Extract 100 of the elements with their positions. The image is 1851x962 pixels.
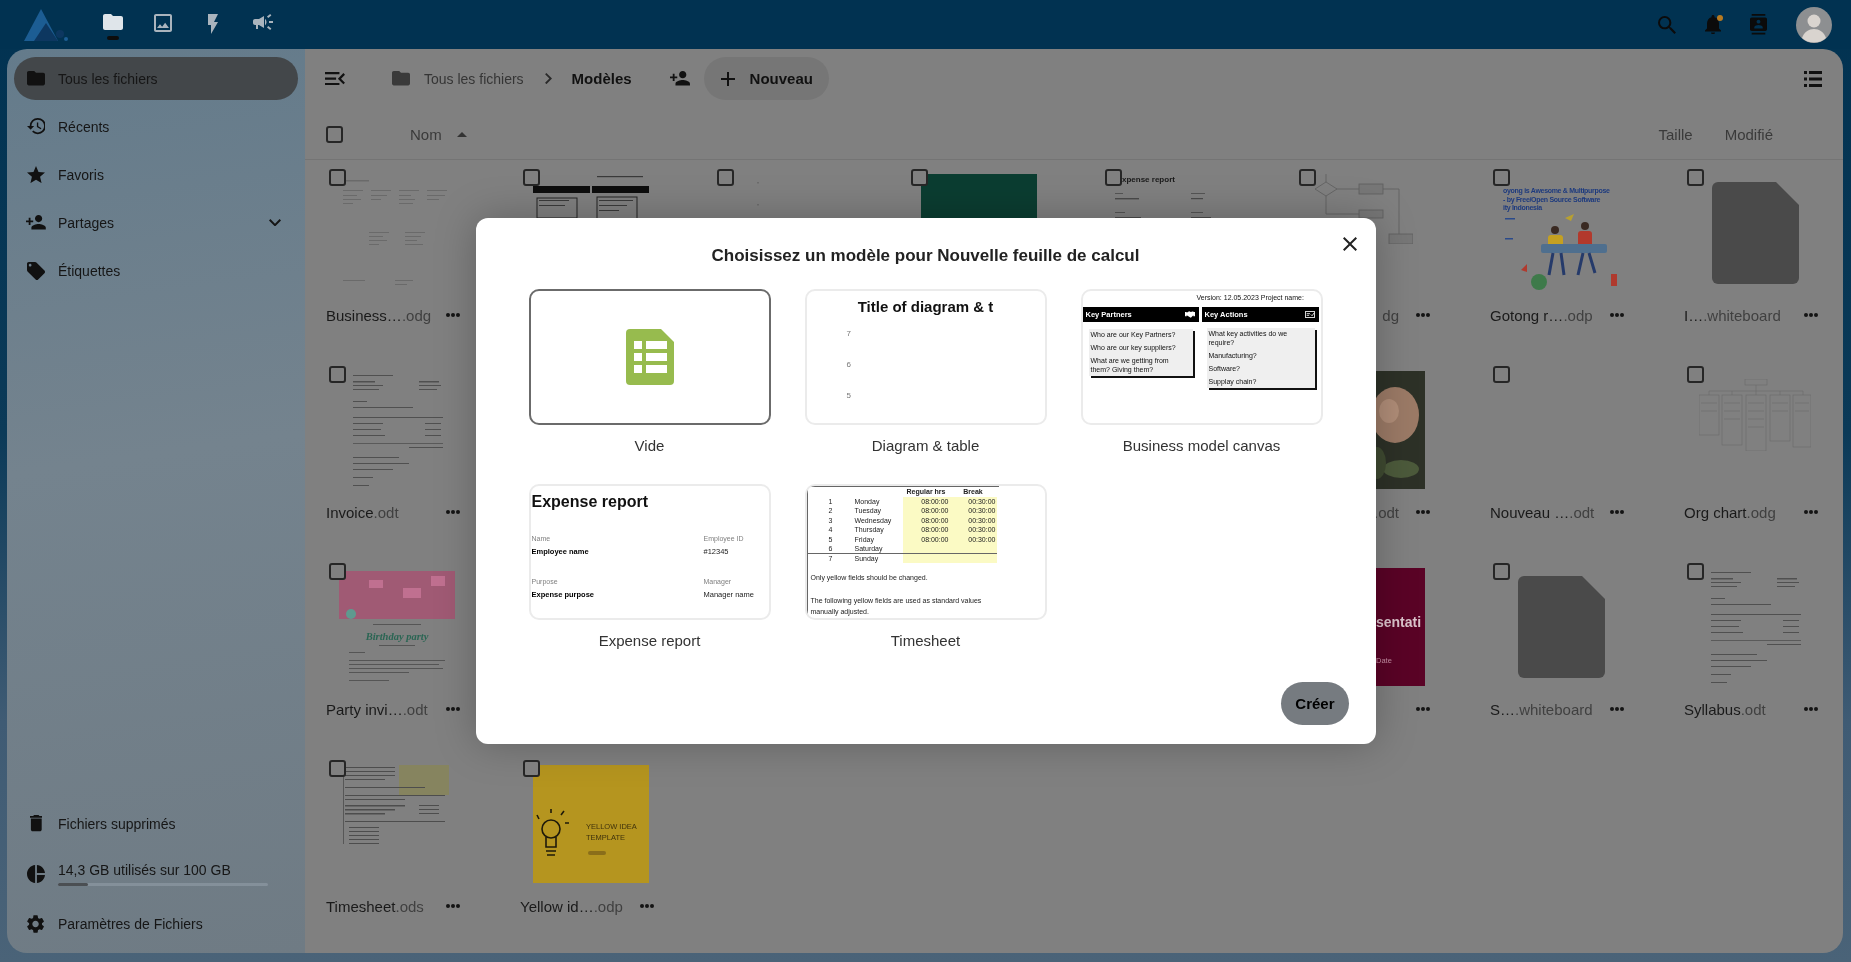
nav-item[interactable]: Paramètres de Fichiers — [14, 902, 298, 945]
nav-item[interactable]: Récents — [14, 105, 298, 148]
checkbox[interactable] — [1493, 169, 1510, 186]
more-icon[interactable] — [446, 904, 460, 908]
thumbnail-text: xpense report — [1122, 175, 1175, 185]
column-header-button[interactable]: Nom — [410, 125, 467, 143]
chart-title: Title of diagram & t — [856, 297, 995, 317]
template-label: Timesheet — [890, 632, 961, 650]
breadcrumb-current[interactable]: Modèles — [571, 70, 632, 87]
new-button[interactable]: Nouveau — [703, 57, 829, 100]
checkbox[interactable] — [1105, 169, 1122, 186]
more-icon[interactable] — [1416, 313, 1430, 317]
more-icon[interactable] — [446, 313, 460, 317]
template-label: Business model canvas — [1122, 437, 1281, 455]
column-header-button[interactable]: Taille — [1658, 125, 1693, 143]
more-icon[interactable] — [1416, 707, 1430, 711]
checkbox[interactable] — [717, 169, 734, 186]
tags-icon — [27, 261, 45, 280]
thumbnail-text: Birthday party — [365, 630, 429, 644]
checkbox[interactable] — [1687, 366, 1704, 383]
file-name[interactable]: Invoice.odt — [326, 503, 446, 521]
settings-icon — [27, 914, 45, 933]
checkbox[interactable] — [329, 169, 346, 186]
file-name[interactable]: S….whiteboard — [1490, 700, 1610, 718]
checkbox[interactable] — [523, 169, 540, 186]
create-button[interactable]: Créer — [1281, 682, 1349, 725]
template-label: Expense report — [598, 632, 701, 650]
file-name[interactable]: Party invi….odt — [326, 700, 446, 718]
breadcrumb-link[interactable]: Tous les fichiers — [424, 70, 524, 87]
axis-label: 7 — [846, 329, 851, 339]
list-view-icon[interactable] — [1804, 70, 1822, 87]
folder-icon — [27, 71, 45, 86]
checkbox[interactable] — [1299, 169, 1316, 186]
checkbox[interactable] — [329, 366, 346, 383]
checkbox[interactable] — [329, 563, 346, 580]
nav-item[interactable]: Fichiers supprimés — [14, 802, 298, 845]
checkbox[interactable] — [911, 169, 928, 186]
highlighted-cell — [949, 553, 997, 563]
select-all-checkbox[interactable] — [326, 125, 343, 143]
chevron-right-icon — [544, 72, 552, 85]
file-name[interactable]: Business….odg — [326, 306, 446, 324]
template-preview[interactable]: Title of diagram & t 7 6 5 — [804, 289, 1047, 425]
more-icon[interactable] — [1804, 510, 1818, 514]
active-indicator — [107, 36, 119, 40]
thumbnail-text: sentati — [1376, 613, 1422, 632]
nav-item[interactable]: Favoris — [14, 153, 298, 196]
more-icon[interactable] — [1416, 510, 1430, 514]
template-label: Diagram & table — [871, 437, 980, 455]
checkbox[interactable] — [329, 760, 346, 777]
axis-label: 5 — [846, 391, 851, 401]
menu-icon[interactable] — [325, 71, 345, 86]
file-icon — [1517, 576, 1605, 678]
more-icon[interactable] — [640, 904, 654, 908]
bell-icon[interactable] — [1705, 14, 1721, 35]
file-name[interactable]: Syllabus.odt — [1684, 700, 1804, 718]
checkbox[interactable] — [523, 760, 540, 777]
lightning-icon[interactable] — [208, 14, 218, 34]
more-icon[interactable] — [446, 707, 460, 711]
document-title: Expense report — [530, 492, 649, 512]
star-icon — [27, 165, 45, 184]
checklist-icon — [1304, 311, 1315, 318]
more-icon[interactable] — [1610, 510, 1624, 514]
nav-item[interactable]: Étiquettes — [14, 249, 298, 292]
checkbox[interactable] — [1687, 563, 1704, 580]
file-name[interactable]: .odt — [1373, 503, 1399, 521]
more-icon[interactable] — [1610, 707, 1624, 711]
plus-icon — [720, 71, 735, 86]
chevron-icon[interactable] — [269, 218, 281, 227]
file-icon — [1711, 182, 1799, 284]
more-icon[interactable] — [1804, 313, 1818, 317]
handshake-icon — [1184, 311, 1195, 318]
image-icon[interactable] — [154, 14, 172, 32]
template-label: Vide — [634, 437, 665, 455]
checkbox[interactable] — [1493, 366, 1510, 383]
pie-chart-icon — [27, 864, 45, 883]
highlighted-cell — [902, 553, 950, 563]
file-name[interactable]: Gotong r….odp — [1490, 306, 1610, 324]
file-name[interactable]: Timesheet.ods — [326, 897, 446, 915]
avatar[interactable] — [1796, 6, 1832, 43]
quota-text: 14,3 GB utilisés sur 100 GB — [58, 861, 232, 879]
more-icon[interactable] — [446, 510, 460, 514]
column-header-button[interactable]: Modifié — [1724, 125, 1773, 143]
file-name[interactable]: I….whiteboard — [1684, 306, 1804, 324]
person-add-icon — [26, 215, 46, 230]
file-name[interactable]: Org chart.odg — [1684, 503, 1804, 521]
nav-item[interactable]: Partages — [14, 201, 298, 244]
file-name[interactable]: dg — [1382, 306, 1399, 324]
file-name[interactable]: Nouveau ….odt — [1490, 503, 1610, 521]
axis-label: 6 — [846, 360, 851, 370]
folder-icon[interactable] — [103, 14, 123, 30]
checkbox[interactable] — [1493, 563, 1510, 580]
megaphone-icon[interactable] — [253, 14, 273, 30]
person-add-icon[interactable] — [669, 71, 690, 86]
more-icon[interactable] — [1610, 313, 1624, 317]
dialog-title: Choisissez un modèle pour Nouvelle feuille de calcul — [710, 245, 1141, 267]
close-icon[interactable] — [1342, 237, 1357, 251]
file-name[interactable]: Yellow id….odp — [520, 897, 640, 915]
more-icon[interactable] — [1804, 707, 1818, 711]
trash-icon — [29, 815, 43, 832]
checkbox[interactable] — [1687, 169, 1704, 186]
